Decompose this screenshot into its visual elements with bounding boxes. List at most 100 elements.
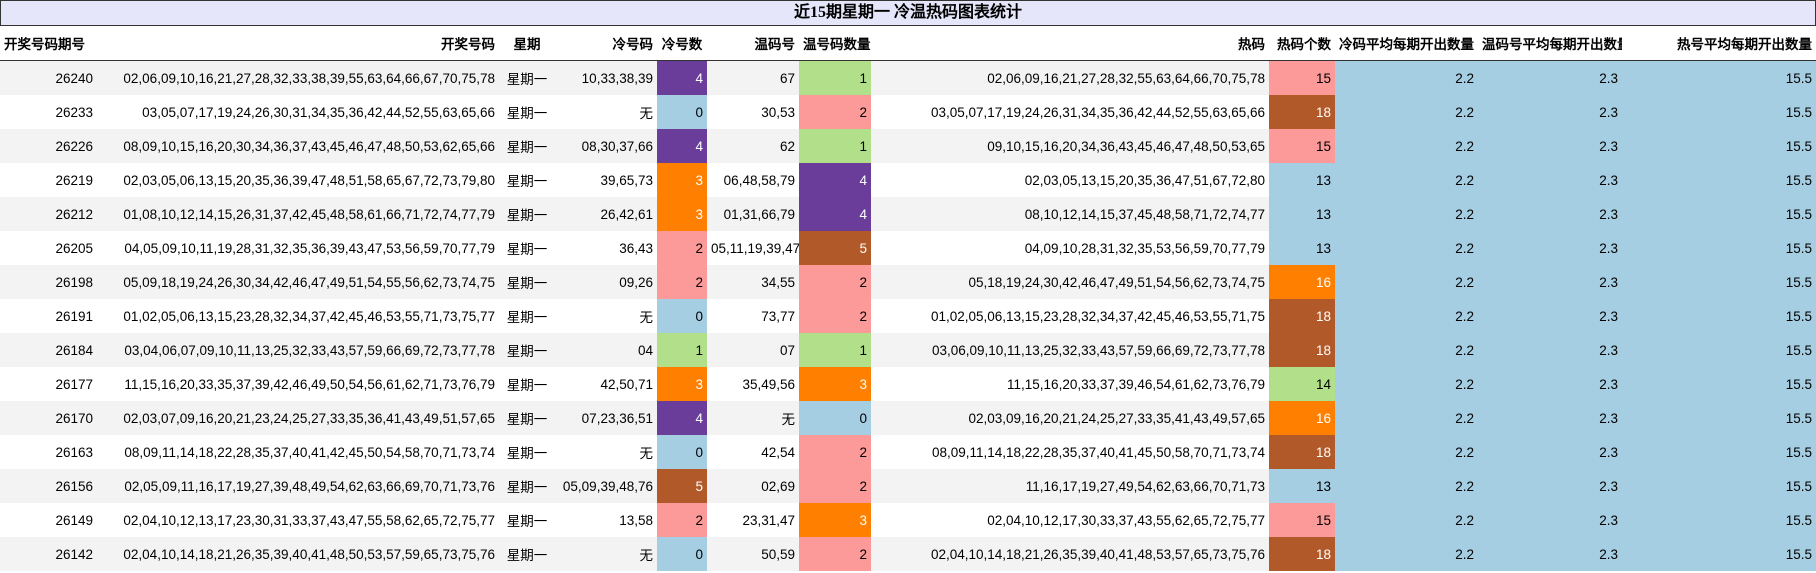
- cell-weekday: 星期一: [499, 435, 555, 469]
- table-title: 近15期星期一 冷温热码图表统计: [0, 0, 1816, 26]
- table-row: 26212 01,08,10,12,14,15,26,31,37,42,45,48…: [0, 197, 1816, 231]
- cell-hot-count: 13: [1269, 163, 1335, 197]
- cell-numbers: 02,04,10,14,18,21,26,35,39,40,41,48,50,5…: [97, 537, 499, 571]
- cell-hot-avg: 15.5: [1622, 537, 1816, 571]
- cell-cold-numbers: 10,33,38,39: [555, 60, 657, 95]
- cell-numbers: 11,15,16,20,33,35,37,39,42,46,49,50,54,5…: [97, 367, 499, 401]
- cell-warm-count: 2: [799, 435, 871, 469]
- cell-warm-count: 2: [799, 469, 871, 503]
- col-header-cold-count: 冷号数: [657, 26, 707, 61]
- cell-hot-count: 18: [1269, 333, 1335, 367]
- cell-hot-count: 15: [1269, 60, 1335, 95]
- cell-cold-numbers: 无: [555, 299, 657, 333]
- cell-issue: 26219: [0, 163, 97, 197]
- cell-warm-avg: 2.3: [1478, 231, 1622, 265]
- col-header-hot-avg: 热号平均每期开出数量: [1622, 26, 1816, 61]
- cell-cold-avg: 2.2: [1335, 265, 1478, 299]
- col-header-cold-avg: 冷码平均每期开出数量: [1335, 26, 1478, 61]
- table-row: 26191 01,02,05,06,13,15,23,28,32,34,37,42…: [0, 299, 1816, 333]
- cell-hot-avg: 15.5: [1622, 367, 1816, 401]
- cell-cold-avg: 2.2: [1335, 231, 1478, 265]
- cell-cold-count: 0: [657, 435, 707, 469]
- table-row: 26198 05,09,18,19,24,26,30,34,42,46,47,49…: [0, 265, 1816, 299]
- col-header-weekday: 星期: [499, 26, 555, 61]
- cell-warm-count: 4: [799, 163, 871, 197]
- cell-issue: 26226: [0, 129, 97, 163]
- cell-warm-avg: 2.3: [1478, 197, 1622, 231]
- cell-hot-avg: 15.5: [1622, 469, 1816, 503]
- cell-warm-numbers: 50,59: [707, 537, 799, 571]
- table-row: 26177 11,15,16,20,33,35,37,39,42,46,49,50…: [0, 367, 1816, 401]
- cell-numbers: 04,05,09,10,11,19,28,31,32,35,36,39,43,4…: [97, 231, 499, 265]
- cell-numbers: 02,06,09,10,16,21,27,28,32,33,38,39,55,6…: [97, 60, 499, 95]
- cell-numbers: 05,09,18,19,24,26,30,34,42,46,47,49,51,5…: [97, 265, 499, 299]
- cell-hot-numbers: 02,04,10,14,18,21,26,35,39,40,41,48,53,5…: [871, 537, 1269, 571]
- cell-warm-avg: 2.3: [1478, 163, 1622, 197]
- cell-warm-count: 2: [799, 537, 871, 571]
- cell-hot-avg: 15.5: [1622, 435, 1816, 469]
- cell-weekday: 星期一: [499, 503, 555, 537]
- cell-hot-numbers: 11,16,17,19,27,49,54,62,63,66,70,71,73: [871, 469, 1269, 503]
- cell-warm-numbers: 30,53: [707, 95, 799, 129]
- cell-issue: 26170: [0, 401, 97, 435]
- cell-cold-count: 3: [657, 163, 707, 197]
- cell-warm-avg: 2.3: [1478, 503, 1622, 537]
- cell-hot-avg: 15.5: [1622, 299, 1816, 333]
- cell-hot-avg: 15.5: [1622, 265, 1816, 299]
- cell-hot-count: 18: [1269, 95, 1335, 129]
- cell-hot-numbers: 09,10,15,16,20,34,36,43,45,46,47,48,50,5…: [871, 129, 1269, 163]
- cell-hot-count: 15: [1269, 129, 1335, 163]
- cell-warm-numbers: 73,77: [707, 299, 799, 333]
- cell-cold-avg: 2.2: [1335, 435, 1478, 469]
- cell-warm-avg: 2.3: [1478, 537, 1622, 571]
- cell-cold-count: 4: [657, 60, 707, 95]
- cell-hot-avg: 15.5: [1622, 197, 1816, 231]
- cell-warm-count: 1: [799, 60, 871, 95]
- cell-weekday: 星期一: [499, 231, 555, 265]
- cell-hot-numbers: 02,06,09,16,21,27,28,32,55,63,64,66,70,7…: [871, 60, 1269, 95]
- cell-cold-avg: 2.2: [1335, 163, 1478, 197]
- cell-warm-numbers: 07: [707, 333, 799, 367]
- table-row: 26219 02,03,05,06,13,15,20,35,36,39,47,48…: [0, 163, 1816, 197]
- cell-cold-count: 3: [657, 367, 707, 401]
- cell-numbers: 03,04,06,07,09,10,11,13,25,32,33,43,57,5…: [97, 333, 499, 367]
- cell-cold-avg: 2.2: [1335, 401, 1478, 435]
- stats-table: 开奖号码期号 开奖号码 星期 冷号码 冷号数 温码号 温号码数量 热码 热码个数…: [0, 26, 1816, 571]
- col-header-warm: 温码号: [707, 26, 799, 61]
- cell-hot-numbers: 02,04,10,12,17,30,33,37,43,55,62,65,72,7…: [871, 503, 1269, 537]
- col-header-warm-avg: 温码号平均每期开出数量: [1478, 26, 1622, 61]
- cell-hot-avg: 15.5: [1622, 231, 1816, 265]
- table-row: 26170 02,03,07,09,16,20,21,23,24,25,27,33…: [0, 401, 1816, 435]
- cell-warm-count: 3: [799, 503, 871, 537]
- cell-cold-numbers: 26,42,61: [555, 197, 657, 231]
- cell-warm-count: 1: [799, 333, 871, 367]
- cell-cold-numbers: 09,26: [555, 265, 657, 299]
- cell-hot-count: 14: [1269, 367, 1335, 401]
- col-header-warm-count: 温号码数量: [799, 26, 871, 61]
- cell-numbers: 02,04,10,12,13,17,23,30,31,33,37,43,47,5…: [97, 503, 499, 537]
- cell-issue: 26233: [0, 95, 97, 129]
- cell-warm-avg: 2.3: [1478, 129, 1622, 163]
- cell-weekday: 星期一: [499, 95, 555, 129]
- cell-hot-count: 13: [1269, 231, 1335, 265]
- cell-numbers: 08,09,11,14,18,22,28,35,37,40,41,42,45,5…: [97, 435, 499, 469]
- cell-hot-avg: 15.5: [1622, 95, 1816, 129]
- cell-hot-avg: 15.5: [1622, 129, 1816, 163]
- cell-warm-avg: 2.3: [1478, 60, 1622, 95]
- cell-cold-numbers: 13,58: [555, 503, 657, 537]
- cell-warm-numbers: 67: [707, 60, 799, 95]
- cell-cold-numbers: 无: [555, 435, 657, 469]
- cell-hot-numbers: 03,06,09,10,11,13,25,32,33,43,57,59,66,6…: [871, 333, 1269, 367]
- cell-hot-numbers: 05,18,19,24,30,42,46,47,49,51,54,56,62,7…: [871, 265, 1269, 299]
- cell-issue: 26156: [0, 469, 97, 503]
- cell-weekday: 星期一: [499, 367, 555, 401]
- cell-weekday: 星期一: [499, 163, 555, 197]
- cell-cold-numbers: 无: [555, 95, 657, 129]
- cell-numbers: 02,03,07,09,16,20,21,23,24,25,27,33,35,3…: [97, 401, 499, 435]
- table-row: 26205 04,05,09,10,11,19,28,31,32,35,36,39…: [0, 231, 1816, 265]
- cell-cold-numbers: 07,23,36,51: [555, 401, 657, 435]
- cell-hot-numbers: 04,09,10,28,31,32,35,53,56,59,70,77,79: [871, 231, 1269, 265]
- col-header-issue: 开奖号码期号: [0, 26, 97, 61]
- cell-warm-count: 2: [799, 95, 871, 129]
- cell-cold-avg: 2.2: [1335, 95, 1478, 129]
